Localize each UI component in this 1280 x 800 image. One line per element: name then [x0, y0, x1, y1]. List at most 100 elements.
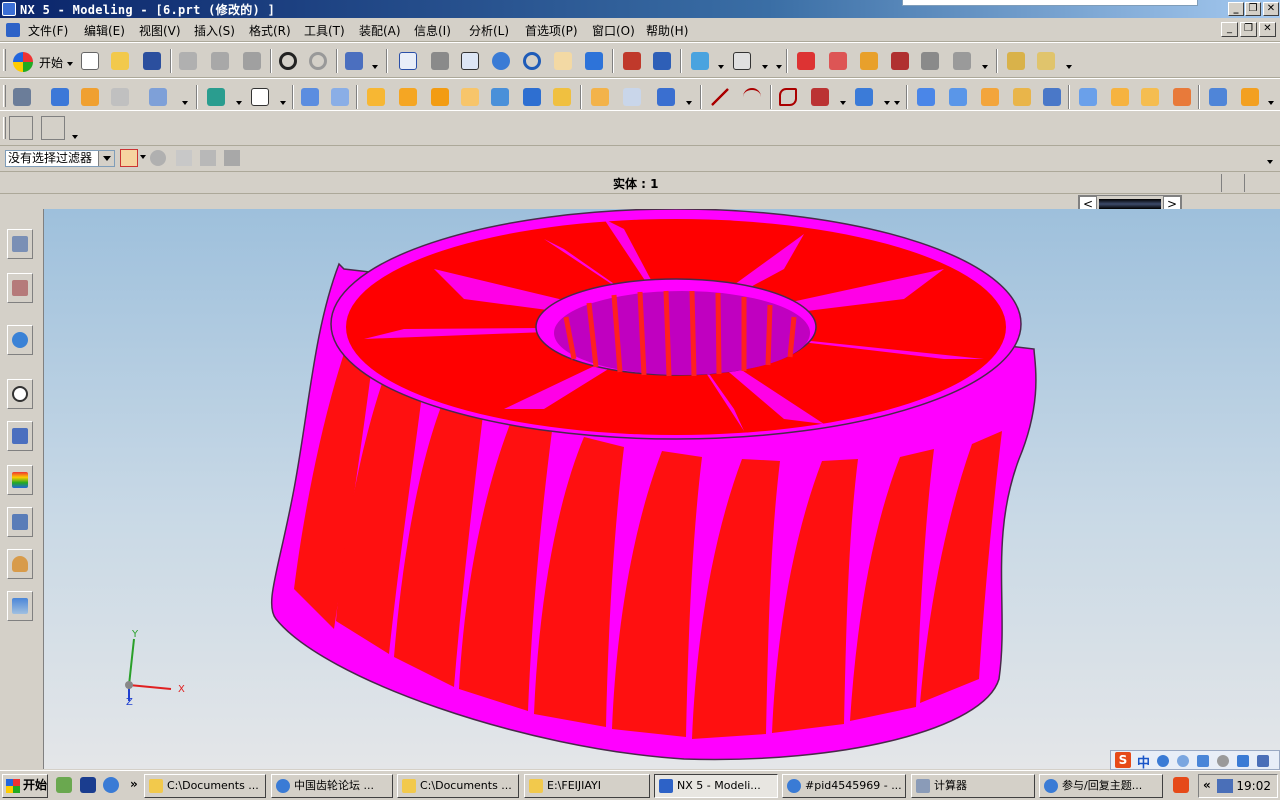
sew-icon[interactable]: [1010, 85, 1034, 109]
bridge-surface-icon[interactable]: [1076, 85, 1100, 109]
offset-face-icon[interactable]: [520, 85, 544, 109]
tools-icon[interactable]: [1257, 755, 1269, 767]
history-icon[interactable]: [7, 379, 33, 409]
graphics-window[interactable]: Y X Z: [44, 209, 1280, 769]
view-orientation-icon[interactable]: [730, 49, 754, 73]
spline-icon[interactable]: [808, 85, 832, 109]
perspective-icon[interactable]: [582, 49, 606, 73]
hole-icon[interactable]: [146, 85, 170, 109]
selection-options-icon[interactable]: [342, 49, 366, 73]
subtract-icon[interactable]: [328, 85, 352, 109]
keyboard-icon[interactable]: [1197, 755, 1209, 767]
type-filter-select[interactable]: 没有选择过滤器: [5, 150, 115, 167]
wcs-save-icon[interactable]: [950, 49, 974, 73]
quicklaunch-anchor-icon[interactable]: [80, 777, 96, 793]
project-curve-icon[interactable]: [852, 85, 876, 109]
sogou-ime-icon[interactable]: S: [1115, 752, 1131, 768]
surface-edit-icon[interactable]: [1040, 85, 1064, 109]
move-to-layer-icon[interactable]: [650, 49, 674, 73]
law-extension-icon[interactable]: [1170, 85, 1194, 109]
curve-icon[interactable]: [776, 85, 800, 109]
ime-mode-indicator[interactable]: 中: [1137, 752, 1150, 771]
chamfer-icon[interactable]: [428, 85, 452, 109]
close-button[interactable]: ✕: [1263, 2, 1279, 16]
menu-edit[interactable]: 编辑(E): [84, 22, 125, 39]
trim-body-icon[interactable]: [550, 85, 574, 109]
restore-button[interactable]: ❐: [1245, 2, 1261, 16]
toolbar-grip[interactable]: [3, 117, 6, 139]
toolbar-grip[interactable]: [3, 85, 6, 107]
windows-start-button[interactable]: 开始: [2, 774, 48, 798]
punctuation-icon[interactable]: [1177, 755, 1189, 767]
undo-icon[interactable]: [276, 49, 300, 73]
pattern-icon[interactable]: [654, 85, 678, 109]
minimize-button[interactable]: _: [1228, 2, 1244, 16]
menu-file[interactable]: 文件(F): [28, 22, 68, 39]
user-icon[interactable]: [1217, 755, 1229, 767]
sogou-tray-icon[interactable]: [1173, 777, 1189, 793]
select-feature-icon[interactable]: [200, 150, 216, 166]
scroll-thumb[interactable]: [1099, 199, 1161, 209]
doc-close-button[interactable]: ✕: [1259, 22, 1276, 37]
menu-information[interactable]: 信息(I): [414, 22, 451, 39]
palette-icon[interactable]: [7, 465, 33, 495]
task-button-gear-forum[interactable]: 中国齿轮论坛 ...: [271, 774, 393, 798]
system-scenes-icon[interactable]: [7, 591, 33, 621]
wcs-dynamics-icon[interactable]: [794, 49, 818, 73]
task-button-reply-topic[interactable]: 参与/回复主题...: [1039, 774, 1163, 798]
surface-mesh-icon[interactable]: [946, 85, 970, 109]
rotate-icon[interactable]: [520, 49, 544, 73]
nx-app-icon[interactable]: [2, 2, 16, 16]
mirror-icon[interactable]: [620, 85, 644, 109]
menu-help[interactable]: 帮助(H): [646, 22, 688, 39]
extension-surface-icon[interactable]: [1138, 85, 1162, 109]
face-blend-icon[interactable]: [1206, 85, 1230, 109]
menu-window[interactable]: 窗口(O): [592, 22, 635, 39]
chevron-down-icon[interactable]: [98, 151, 114, 166]
menu-view[interactable]: 视图(V): [139, 22, 181, 39]
wcs-rotate-icon[interactable]: [857, 49, 881, 73]
block-icon[interactable]: [364, 85, 388, 109]
process-studio-icon[interactable]: [7, 507, 33, 537]
cut-icon[interactable]: [176, 49, 200, 73]
roles-icon[interactable]: [7, 549, 33, 579]
moon-icon[interactable]: [1157, 755, 1169, 767]
menu-format[interactable]: 格式(R): [249, 22, 291, 39]
save-icon[interactable]: [140, 49, 164, 73]
sketch-icon[interactable]: [10, 85, 34, 109]
select-component-icon[interactable]: [224, 150, 240, 166]
fit-view-icon[interactable]: [396, 49, 420, 73]
gear-model[interactable]: [44, 209, 1280, 769]
unite-icon[interactable]: [298, 85, 322, 109]
wcs-orient-icon[interactable]: [888, 49, 912, 73]
quicklaunch-chevron[interactable]: »: [130, 777, 138, 791]
swept-surface-icon[interactable]: [978, 85, 1002, 109]
wcs-display-icon[interactable]: [918, 49, 942, 73]
blank-tool-1-icon[interactable]: [9, 116, 33, 140]
open-folder-icon[interactable]: [108, 49, 132, 73]
measure-angle-icon[interactable]: [1034, 49, 1058, 73]
clock[interactable]: 19:02: [1236, 779, 1271, 793]
shell-icon[interactable]: [458, 85, 482, 109]
network-icon[interactable]: [1217, 779, 1233, 793]
line-icon[interactable]: [708, 85, 732, 109]
menu-analysis[interactable]: 分析(L): [469, 22, 509, 39]
skin-icon[interactable]: [1237, 755, 1249, 767]
menu-insert[interactable]: 插入(S): [194, 22, 235, 39]
zoom-area-icon[interactable]: [428, 49, 452, 73]
quicklaunch-ie-icon[interactable]: [103, 777, 119, 793]
task-button-calculator[interactable]: 计算器: [911, 774, 1035, 798]
task-button-pid-page[interactable]: #pid4545969 - ...: [782, 774, 906, 798]
assembly-navigator-icon[interactable]: [7, 229, 33, 259]
surface-through-curves-icon[interactable]: [914, 85, 938, 109]
task-button-documents-2[interactable]: C:\Documents ...: [397, 774, 519, 798]
edge-blend-icon[interactable]: [396, 85, 420, 109]
reuse-library-icon[interactable]: [7, 421, 33, 451]
part-navigator-icon[interactable]: [7, 273, 33, 303]
thicken-icon[interactable]: [488, 85, 512, 109]
task-button-nx5[interactable]: NX 5 - Modeli...: [654, 774, 778, 798]
document-icon[interactable]: [6, 23, 20, 37]
tray-chevron[interactable]: «: [1203, 778, 1211, 792]
copy-icon[interactable]: [208, 49, 232, 73]
blank-tool-2-icon[interactable]: [41, 116, 65, 140]
